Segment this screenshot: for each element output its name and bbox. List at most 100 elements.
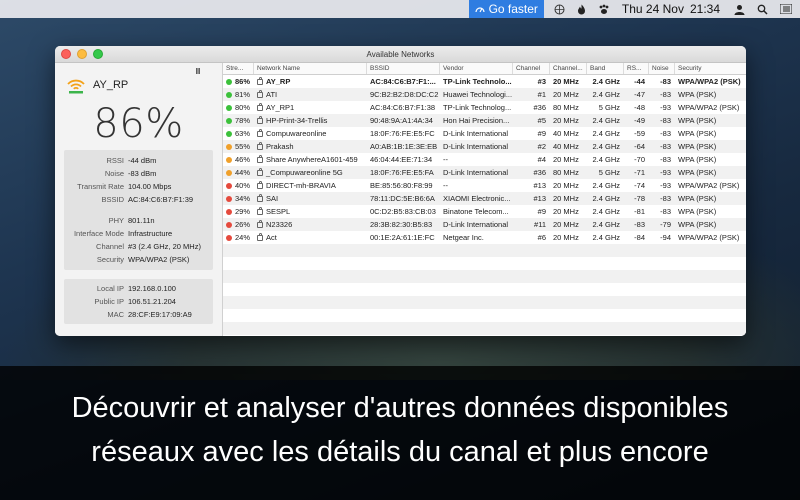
- cell-noise: -83: [660, 90, 671, 99]
- table-row[interactable]: 29% SESPL 0C:D2:B5:83:CB:03 Binatone Teleco…: [223, 205, 746, 218]
- cell-bssid: 9C:B2:B2:D8:DC:C2: [370, 90, 439, 99]
- cell-network-name: AY_RP1: [254, 103, 367, 112]
- table-row[interactable]: 26% N23326 28:3B:82:30:B5:83 D-Link Interna…: [223, 218, 746, 231]
- cell-noise: -83: [660, 155, 671, 164]
- col-channel[interactable]: Channel: [513, 63, 550, 74]
- cell-network-name: Act: [254, 233, 367, 242]
- lock-icon: [257, 220, 263, 229]
- cell-vendor: D-Link International: [443, 168, 509, 177]
- cell-strength: 63%: [223, 129, 254, 138]
- cell-network-name: HP-Print-34-Trellis: [254, 116, 367, 125]
- cell-network-name: ATI: [254, 90, 367, 99]
- info-row-channel: Channel #3 (2.4 GHz, 20 MHz): [96, 242, 201, 251]
- cell-vendor: Binatone Telecom...: [443, 207, 509, 216]
- signal-dot-icon: [226, 196, 232, 203]
- signal-dot-icon: [226, 118, 232, 125]
- table-row[interactable]: 24% Act 00:1E:2A:61:1E:FC Netgear Inc. #6 20 …: [223, 231, 746, 244]
- cell-noise: -83: [660, 77, 671, 86]
- table-header: Stre... Network Name BSSID Vendor Channe…: [223, 63, 746, 75]
- window-titlebar[interactable]: Available Networks: [55, 46, 746, 63]
- col-network-name[interactable]: Network Name: [254, 63, 367, 74]
- cell-band: 2.4 GHz: [592, 77, 620, 86]
- table-row[interactable]: 80% AY_RP1 AC:84:C6:B7:F1:38 TP-Link Techno…: [223, 101, 746, 114]
- table-row[interactable]: 40% DIRECT-mh-BRAVIA BE:85:56:80:F8:99 -- #1…: [223, 179, 746, 192]
- table-row[interactable]: 44% _Compuwareonline 5G 18:0F:76:FE:E5:FA D…: [223, 166, 746, 179]
- go-faster-menu[interactable]: Go faster: [468, 0, 544, 18]
- table-row[interactable]: 55% Prakash A0:AB:1B:1E:3E:EB D-Link Intern…: [223, 140, 746, 153]
- cell-bssid: AC:84:C6:B7:F1:...: [370, 77, 436, 86]
- signal-quality: 86%: [93, 101, 184, 147]
- cell-band: 2.4 GHz: [592, 116, 620, 125]
- lock-icon: [257, 207, 263, 216]
- col-channel-width[interactable]: Channel...: [550, 63, 587, 74]
- cell-channel-width: 20 MHz: [553, 90, 579, 99]
- cell-vendor: D-Link International: [443, 129, 509, 138]
- cell-band: 2.4 GHz: [592, 90, 620, 99]
- cell-vendor: XIAOMI Electronic...: [443, 194, 511, 203]
- cell-rssi: -64: [634, 142, 645, 151]
- info-row-rssi: RSSI -44 dBm: [106, 156, 157, 165]
- info-row-security: Security WPA/WPA2 (PSK): [96, 255, 190, 264]
- cell-vendor: Huawei Technologi...: [443, 90, 513, 99]
- cell-channel: #13: [533, 194, 546, 203]
- flame-icon[interactable]: [577, 0, 586, 18]
- signal-dot-icon: [226, 157, 232, 164]
- cell-noise: -83: [660, 207, 671, 216]
- signal-dot-icon: [226, 222, 232, 229]
- cell-network-name: Compuwareonline: [254, 129, 367, 138]
- lock-icon: [257, 103, 263, 112]
- empty-table-row: [223, 296, 746, 309]
- caption-line-1: Découvrir et analyser d'autres données d…: [71, 392, 729, 424]
- cell-vendor: TP-Link Technolo...: [443, 77, 512, 86]
- pause-button[interactable]: II: [192, 67, 204, 77]
- table-row[interactable]: 81% ATI 9C:B2:B2:D8:DC:C2 Huawei Technologi…: [223, 88, 746, 101]
- table-row[interactable]: 63% Compuwareonline 18:0F:76:FE:E5:FC D-Lin…: [223, 127, 746, 140]
- lock-icon: [257, 194, 263, 203]
- cell-rssi: -71: [634, 168, 645, 177]
- cell-rssi: -48: [634, 103, 645, 112]
- cell-channel: #36: [533, 168, 546, 177]
- cell-network-name: DIRECT-mh-BRAVIA: [254, 181, 367, 190]
- col-vendor[interactable]: Vendor: [440, 63, 513, 74]
- cell-network-name: Prakash: [254, 142, 367, 151]
- cell-band: 2.4 GHz: [592, 181, 620, 190]
- signal-info-box: RSSI -44 dBm Noise -83 dBm Transmit Rate 10…: [64, 150, 213, 270]
- table-row[interactable]: 34% SAI 78:11:DC:5E:B6:6A XIAOMI Electronic…: [223, 192, 746, 205]
- cell-vendor: D-Link International: [443, 142, 509, 151]
- table-row[interactable]: 78% HP-Print-34-Trellis 90:48:9A:A1:4A:34 H…: [223, 114, 746, 127]
- table-row[interactable]: 86% AY_RP AC:84:C6:B7:F1:... TP-Link Techno…: [223, 75, 746, 88]
- menubar-date[interactable]: Thu 24 Nov: [622, 2, 684, 16]
- basketball-icon[interactable]: [554, 0, 565, 18]
- cell-strength: 40%: [223, 181, 254, 190]
- paw-icon[interactable]: [598, 0, 610, 18]
- cell-strength: 55%: [223, 142, 254, 151]
- cell-channel: #3: [537, 77, 546, 86]
- lock-icon: [257, 129, 263, 138]
- search-icon[interactable]: [757, 0, 768, 18]
- cell-vendor: Netgear Inc.: [443, 233, 484, 242]
- cell-strength: 81%: [223, 90, 254, 99]
- col-rssi[interactable]: RS...: [624, 63, 649, 74]
- cell-security: WPA (PSK): [678, 220, 717, 229]
- cell-noise: -79: [660, 220, 671, 229]
- col-noise[interactable]: Noise: [649, 63, 675, 74]
- empty-table-row: [223, 257, 746, 270]
- col-security[interactable]: Security: [675, 63, 741, 74]
- cell-noise: -93: [660, 181, 671, 190]
- col-band[interactable]: Band: [587, 63, 624, 74]
- lock-icon: [257, 116, 263, 125]
- table-row[interactable]: 46% Share AnywhereA1601-459 46:04:44:EE:71…: [223, 153, 746, 166]
- cell-network-name: N23326: [254, 220, 367, 229]
- cell-strength: 86%: [223, 77, 254, 86]
- cell-channel: #11: [534, 220, 546, 229]
- cell-rssi: -70: [634, 155, 645, 164]
- cell-bssid: 46:04:44:EE:71:34: [370, 155, 433, 164]
- col-strength[interactable]: Stre...: [223, 63, 254, 74]
- table-body: 86% AY_RP AC:84:C6:B7:F1:... TP-Link Techno…: [223, 75, 746, 335]
- col-bssid[interactable]: BSSID: [367, 63, 440, 74]
- menubar-time[interactable]: 21:34: [690, 2, 720, 16]
- user-icon[interactable]: [734, 0, 745, 18]
- signal-dot-icon: [226, 235, 232, 242]
- cell-band: 2.4 GHz: [592, 233, 620, 242]
- list-icon[interactable]: [780, 0, 792, 18]
